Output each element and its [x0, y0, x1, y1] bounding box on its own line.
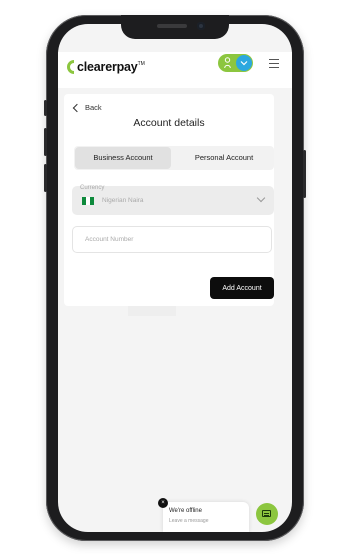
front-camera [197, 22, 205, 30]
chat-widget-panel[interactable]: We're offline Leave a message [163, 502, 249, 532]
hamburger-menu-icon[interactable] [269, 59, 279, 68]
volume-down-button [44, 164, 47, 192]
tab-business-account[interactable]: Business Account [75, 147, 171, 169]
logo-text: clearerpay [77, 60, 138, 74]
user-icon [224, 57, 231, 69]
back-label: Back [85, 103, 102, 112]
chat-launcher-button[interactable] [256, 503, 278, 525]
add-account-button[interactable]: Add Account [210, 277, 274, 299]
back-link[interactable]: Back [72, 103, 102, 112]
mute-switch [44, 100, 47, 116]
tab-personal-account[interactable]: Personal Account [176, 147, 272, 169]
page-title: Account details [133, 117, 205, 129]
background-divider [128, 306, 176, 316]
account-details-card: Back Account details Business Account Pe… [64, 94, 274, 306]
logo-trademark: TM [137, 61, 145, 67]
top-header: clearerpay TM [58, 52, 292, 88]
chat-icon [262, 510, 271, 517]
currency-value: Nigerian Naira [102, 197, 144, 204]
close-chat-icon[interactable]: × [158, 498, 168, 508]
currency-select[interactable]: Currency Nigerian Naira [72, 185, 274, 215]
account-type-tabs: Business Account Personal Account [74, 146, 274, 170]
user-menu-toggle[interactable] [218, 54, 253, 72]
phone-notch [121, 15, 229, 39]
chevron-down-icon [240, 61, 248, 66]
logo-mark-icon [67, 60, 75, 74]
volume-up-button [44, 128, 47, 156]
currency-label: Currency [80, 185, 105, 191]
chat-subtitle: Leave a message [169, 518, 209, 524]
account-number-input[interactable] [72, 226, 272, 253]
power-button [303, 150, 306, 198]
app-screen: clearerpay TM Back Account details Busine… [58, 24, 292, 532]
chat-status: We're offline [169, 508, 202, 514]
avatar [236, 55, 252, 71]
speaker-grille [157, 24, 187, 28]
chevron-down-icon [256, 193, 266, 203]
clearerpay-logo[interactable]: clearerpay TM [66, 57, 145, 77]
nigeria-flag-icon [82, 197, 94, 205]
chevron-left-icon [72, 103, 82, 112]
